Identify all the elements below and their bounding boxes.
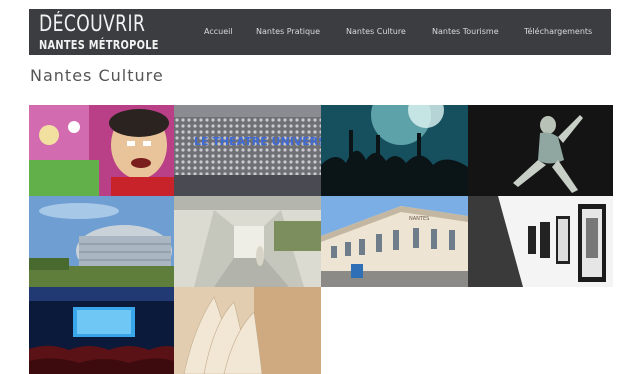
gallery-image-carnival[interactable]	[29, 105, 174, 196]
gallery-image-gallery-frames[interactable]	[468, 196, 613, 287]
gallery-image-book[interactable]	[174, 287, 321, 374]
gallery-image-theatre[interactable]: LE THEATRE UNIVERSITAIRE	[174, 105, 321, 196]
theatre-sign: LE THEATRE UNIVERSITAIRE	[194, 135, 321, 148]
nav-item-nantes-pratique[interactable]: Nantes Pratique	[256, 27, 320, 36]
nav-item-accueil[interactable]: Accueil	[204, 27, 233, 36]
gallery-image-museum[interactable]	[174, 196, 321, 287]
gallery-image-concert[interactable]	[321, 105, 468, 196]
gallery-image-dancer[interactable]	[468, 105, 613, 196]
header-bar: DÉCOUVRIR NANTES MÉTROPOLE Accueil Nante…	[29, 9, 611, 55]
gallery-image-modern-building[interactable]	[29, 196, 174, 287]
nav-item-nantes-tourisme[interactable]: Nantes Tourisme	[432, 27, 499, 36]
gallery-image-cinema[interactable]	[29, 287, 174, 374]
nav-item-telechargements[interactable]: Téléchargements	[524, 27, 592, 36]
gallery-image-historic-building[interactable]: NANTES	[321, 196, 468, 287]
building-sign: NANTES	[409, 216, 429, 222]
logo-line-1: DÉCOUVRIR	[39, 12, 146, 37]
nav-item-nantes-culture[interactable]: Nantes Culture	[346, 27, 406, 36]
page-title: Nantes Culture	[30, 66, 164, 85]
logo-line-2: NANTES MÉTROPOLE	[39, 38, 159, 52]
